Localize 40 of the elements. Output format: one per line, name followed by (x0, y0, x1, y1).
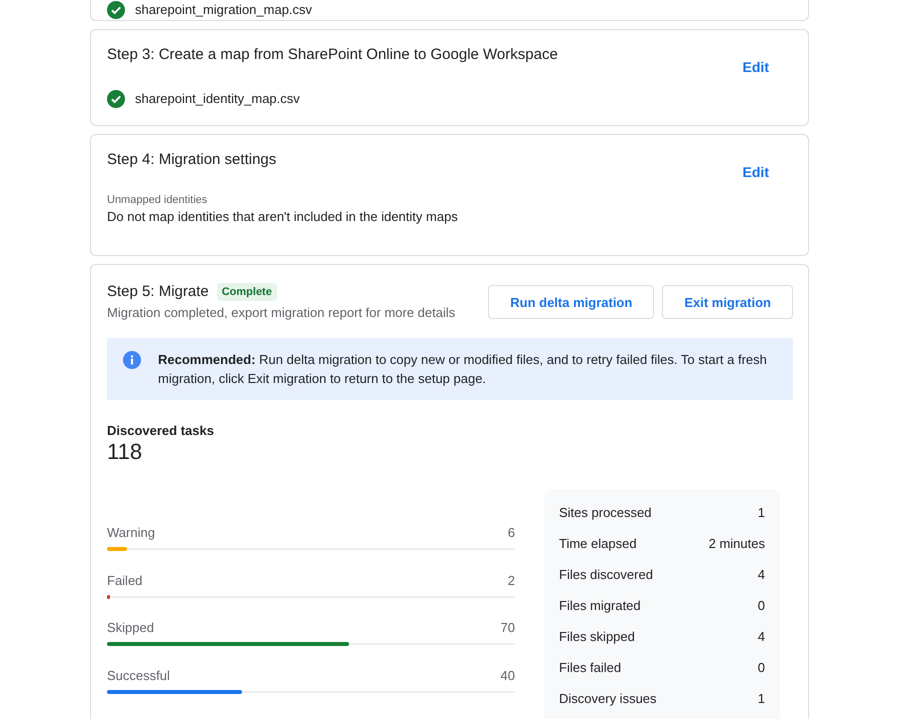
stat-label: Files migrated (559, 597, 641, 615)
bar-label: Skipped (107, 619, 154, 637)
status-badge: Complete (216, 283, 277, 301)
edit-button[interactable]: Edit (726, 49, 785, 85)
stat-label: Files failed (559, 659, 622, 677)
recommendation-text: Recommended: Run delta migration to copy new or modified files, and to retry failed files. To start a fresh migration, click Exit migration to return to the setup page. (158, 351, 768, 388)
stat-label: Files skipped (559, 628, 635, 646)
bar-label: Successful (107, 666, 170, 684)
discovered-count: 118 (107, 439, 144, 465)
bar-value: 70 (500, 619, 515, 637)
stat-label: Files discovered (559, 566, 653, 584)
stat-value: 1 (758, 690, 765, 708)
step-title: Step 3: Create a map from SharePoint Online to Google Workspace (107, 45, 559, 65)
stat-value: 2 minutes (708, 535, 765, 553)
bar-label: Failed (107, 572, 142, 590)
action-button[interactable]: Exit migration (662, 285, 793, 319)
stat-label: Time elapsed (559, 535, 637, 553)
info-icon (123, 351, 141, 369)
file-name: sharepoint_migration_map.csv (135, 1, 312, 19)
step-subtitle: Migration completed, export migration report for more details (107, 304, 456, 322)
stat-value: 0 (758, 659, 765, 677)
stat-value: 4 (758, 566, 765, 584)
step-title: Step 4: Migration settings (107, 150, 278, 170)
setting-label: Unmapped identities (107, 193, 208, 207)
setting-value: Do not map identities that aren't included in the identity maps (107, 208, 459, 226)
file-name: sharepoint_identity_map.csv (135, 90, 300, 108)
stat-label: Sites processed (559, 504, 652, 522)
stat-value: 0 (758, 597, 765, 615)
stat-value: 1 (758, 504, 765, 522)
edit-button[interactable]: Edit (726, 154, 785, 190)
bar-label: Warning (107, 524, 155, 542)
check-icon (107, 90, 125, 108)
bar-value: 40 (500, 666, 515, 684)
stat-label: Discovery issues (559, 690, 657, 708)
bar-value: 6 (508, 524, 515, 542)
stat-value: 4 (758, 628, 765, 646)
step-title: Step 5: Migrate (107, 282, 209, 302)
action-button[interactable]: Run delta migration (488, 285, 654, 319)
discovered-label: Discovered tasks (107, 423, 215, 439)
bar-value: 2 (508, 572, 515, 590)
